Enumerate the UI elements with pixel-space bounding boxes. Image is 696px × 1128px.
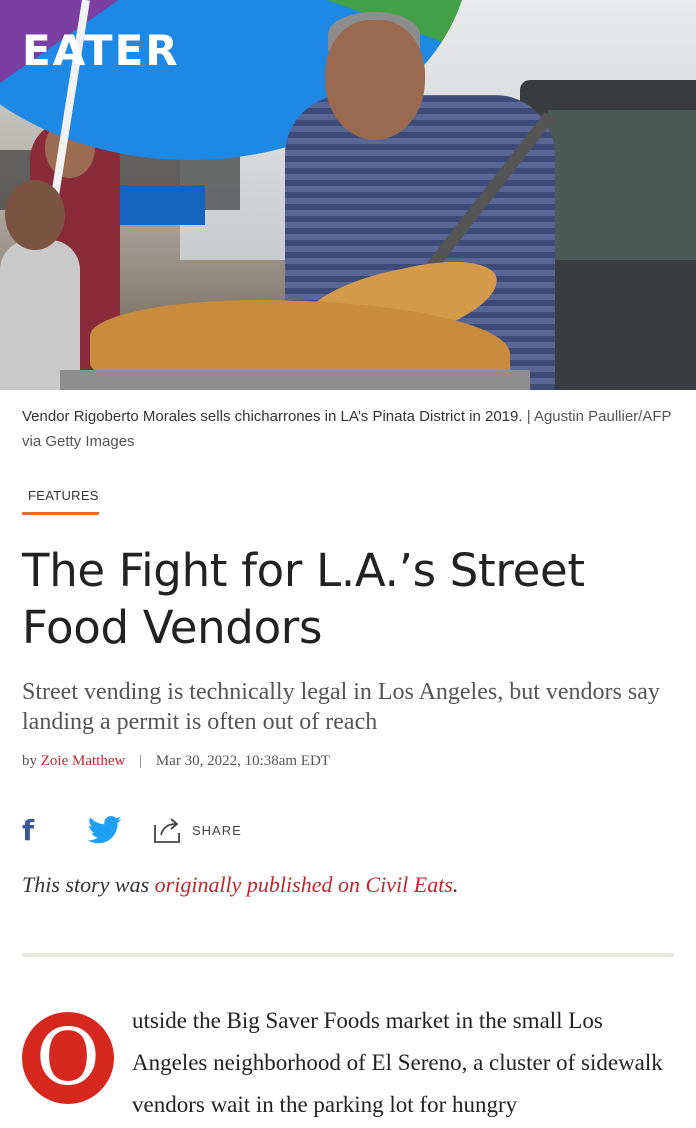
section-divider: [22, 953, 674, 957]
kicker-underline: [22, 512, 99, 515]
article-body-paragraph: utside the Big Saver Foods market in the…: [132, 1008, 663, 1117]
eater-logo[interactable]: EATER: [22, 26, 180, 75]
caption-text: Vendor Rigoberto Morales sells chicharro…: [22, 408, 523, 425]
byline: by Zoie Matthew | Mar 30, 2022, 10:38am …: [22, 753, 330, 770]
drop-cap: O: [22, 1012, 114, 1104]
civil-eats-link[interactable]: originally published on Civil Eats: [155, 872, 453, 897]
share-bar: f SHARE: [22, 812, 242, 848]
author-link[interactable]: Zoie Matthew: [41, 753, 126, 769]
hero-image: EATER: [0, 0, 696, 390]
note-suffix: .: [452, 872, 459, 897]
twitter-icon[interactable]: [88, 815, 122, 845]
share-button[interactable]: SHARE: [192, 823, 242, 838]
image-caption: Vendor Rigoberto Morales sells chicharro…: [22, 404, 672, 454]
facebook-icon[interactable]: f: [22, 814, 42, 847]
note-prefix: This story was: [22, 872, 150, 897]
article-dek: Street vending is technically legal in L…: [22, 679, 660, 735]
byline-separator: |: [139, 753, 143, 769]
share-icon[interactable]: [152, 815, 182, 845]
republish-note: This story was originally published on C…: [22, 872, 458, 898]
byline-prefix: by: [22, 753, 37, 769]
article-headline: The Fight for L.A.’s Street Food Vendors: [22, 544, 585, 654]
publish-date: Mar 30, 2022, 10:38am EDT: [155, 753, 330, 769]
section-kicker[interactable]: FEATURES: [28, 488, 99, 503]
caption-separator: |: [526, 408, 531, 425]
